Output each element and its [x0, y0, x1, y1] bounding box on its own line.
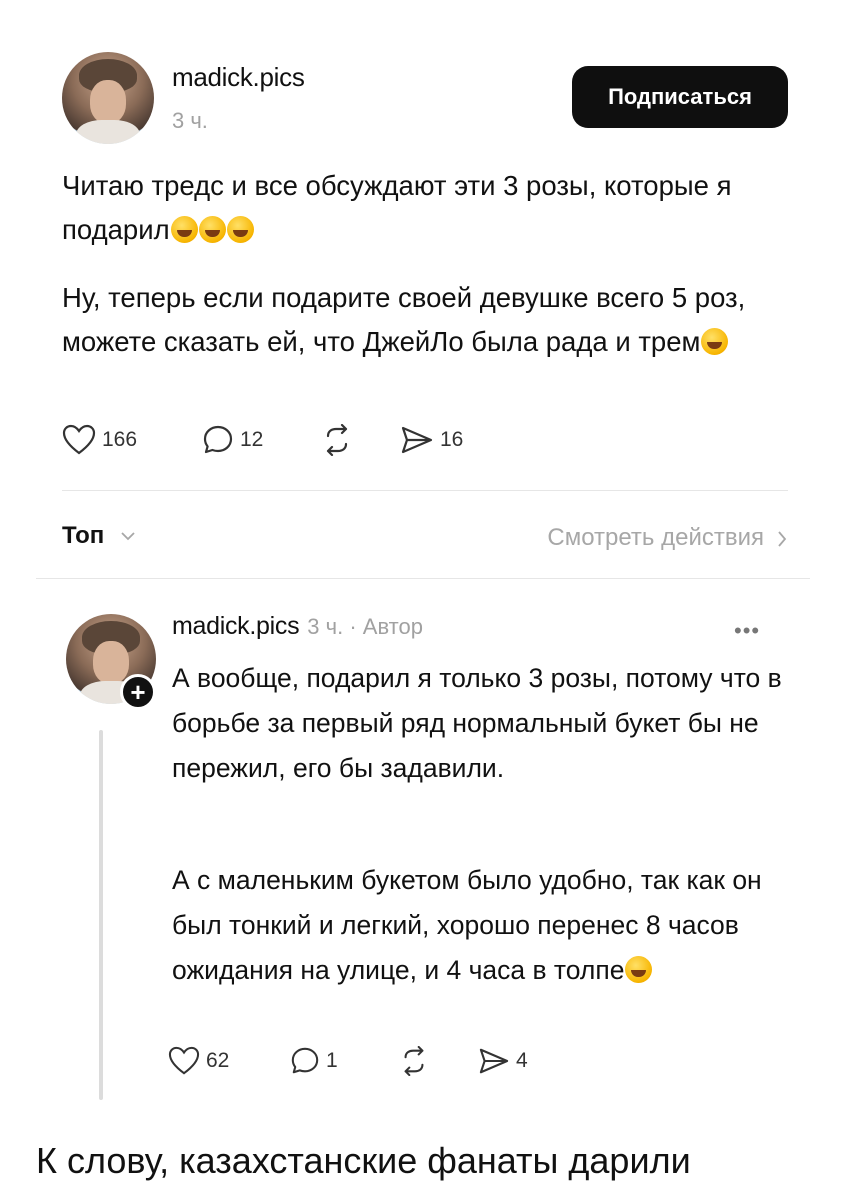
- author-username[interactable]: madick.pics: [172, 62, 305, 93]
- chevron-right-icon[interactable]: [776, 530, 788, 548]
- comment-icon: [203, 425, 233, 454]
- send-icon: [479, 1048, 509, 1074]
- reply-like-button[interactable]: 62: [168, 1046, 290, 1076]
- follow-button[interactable]: Подписаться: [572, 66, 788, 128]
- reply-comment-button[interactable]: 1: [290, 1046, 398, 1076]
- reply-meta: 3 ч. · Автор: [307, 614, 423, 639]
- heart-icon: [168, 1046, 200, 1075]
- post-paragraph-1-text: Читаю тредс и все обсуждают эти 3 розы, …: [62, 170, 732, 245]
- laughing-emoji-icon: [198, 216, 226, 243]
- post-paragraph-2-text: Ну, теперь если подарите своей девушке в…: [62, 282, 746, 357]
- reply-paragraph-1: А вообще, подарил я только 3 розы, потом…: [172, 663, 782, 783]
- send-icon: [401, 426, 433, 454]
- heart-icon: [62, 424, 96, 455]
- post-header: madick.pics 3 ч. Подписаться: [62, 52, 788, 144]
- replies-sort-row: Топ Смотреть действия: [62, 520, 788, 560]
- post-paragraph-1: Читаю тредс и все обсуждают эти 3 розы, …: [62, 164, 792, 252]
- sort-dropdown[interactable]: Топ: [62, 522, 104, 550]
- author-avatar[interactable]: [62, 52, 154, 144]
- reply-paragraph-2-text: А с маленьким букетом было удобно, так к…: [172, 865, 762, 985]
- comment-count: 12: [240, 428, 264, 451]
- divider: [62, 490, 788, 491]
- comment-icon: [291, 1047, 319, 1074]
- follow-plus-icon[interactable]: +: [120, 674, 156, 710]
- share-count: 16: [440, 428, 464, 451]
- like-button[interactable]: 166: [62, 424, 202, 456]
- reply-username[interactable]: madick.pics: [172, 612, 300, 640]
- tears-of-joy-emoji-icon: [625, 956, 653, 983]
- laughing-emoji-icon: [226, 216, 254, 243]
- view-activity-link[interactable]: Смотреть действия: [547, 524, 764, 552]
- reply-like-count: 62: [206, 1049, 230, 1072]
- reply-repost-button[interactable]: [398, 1046, 478, 1076]
- share-button[interactable]: 16: [400, 424, 463, 456]
- repost-icon: [326, 424, 348, 456]
- repost-icon: [404, 1046, 424, 1076]
- comment-button[interactable]: 12: [202, 424, 320, 456]
- reply-share-count: 4: [516, 1049, 528, 1072]
- post-actions: 166 12 16: [62, 424, 463, 456]
- caption-text: К слову, казахстанские фанаты дарили: [36, 1140, 691, 1181]
- like-count: 166: [102, 428, 138, 451]
- post-timestamp: 3 ч.: [172, 108, 208, 133]
- reply-share-button[interactable]: 4: [478, 1046, 528, 1076]
- more-options-icon[interactable]: •••: [734, 618, 760, 644]
- tears-of-joy-emoji-icon: [701, 328, 729, 355]
- reply-paragraph-2: А с маленьким букетом было удобно, так к…: [172, 858, 812, 993]
- post-paragraph-2: Ну, теперь если подарите своей девушке в…: [62, 276, 792, 364]
- divider: [36, 578, 810, 579]
- repost-button[interactable]: [320, 424, 400, 456]
- reply-header: madick.pics 3 ч. · Автор: [172, 612, 423, 641]
- reply-comment-count: 1: [326, 1049, 338, 1072]
- chevron-down-icon[interactable]: [120, 530, 136, 542]
- reply-actions: 62 1 4: [168, 1046, 528, 1076]
- thread-line: [99, 730, 103, 1100]
- laughing-emoji-icon: [170, 216, 198, 243]
